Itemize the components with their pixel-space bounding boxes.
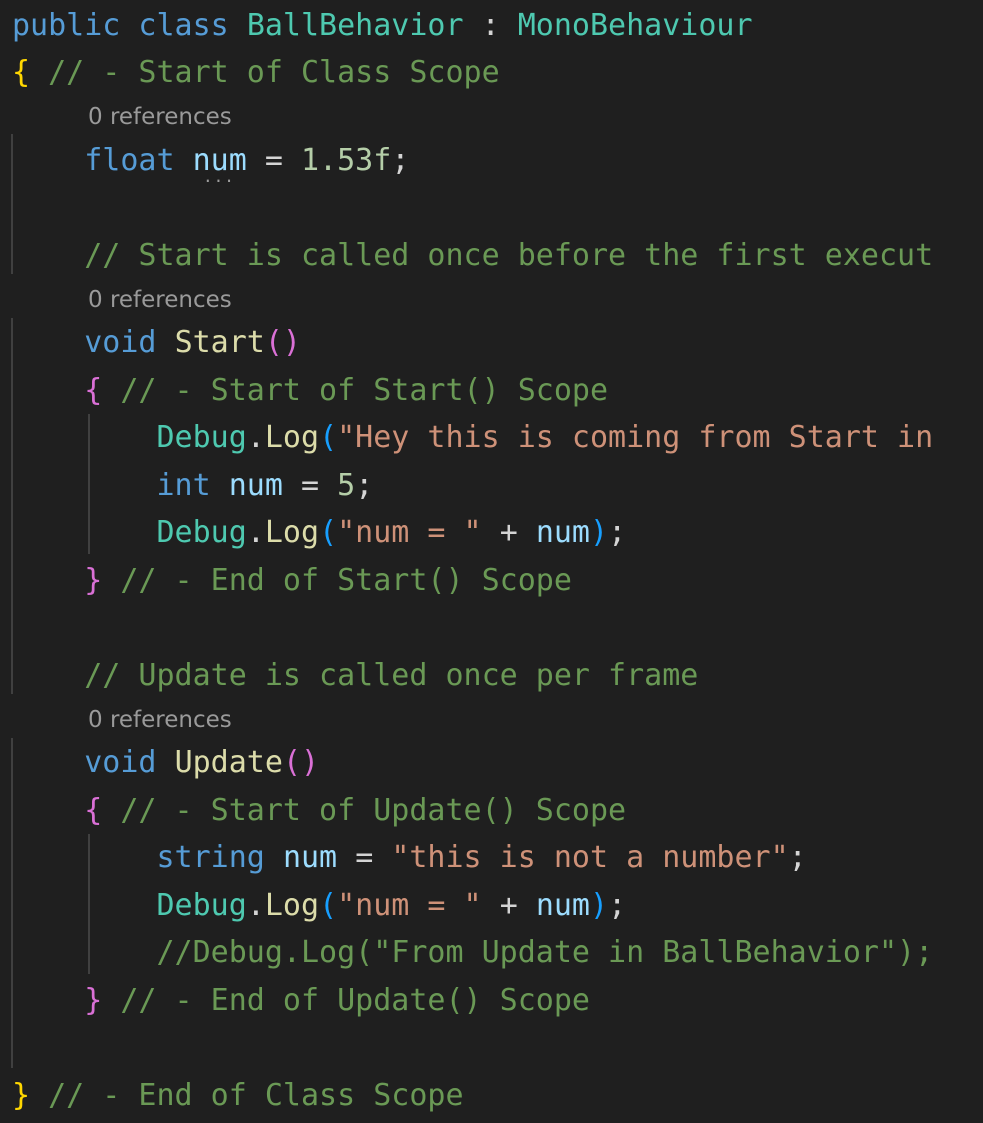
codelens-references[interactable]: 0 references — [88, 99, 232, 135]
semicolon-token: ; — [391, 143, 410, 178]
code-line-17[interactable]: } // - End of Update() Scope — [12, 977, 590, 1024]
type-keyword-token: string — [156, 840, 265, 875]
variable-name-token: num — [282, 840, 338, 875]
code-editor[interactable]: public class BallBehavior : MonoBehaviou… — [0, 0, 983, 1123]
comment-token: // Start is called once before the first… — [84, 238, 934, 273]
operator-token: + — [499, 515, 518, 550]
comment-token: // - Start of Update() Scope — [120, 793, 627, 828]
class-name-token: Debug — [156, 420, 247, 455]
brace-token: { — [84, 373, 103, 408]
number-literal-token: 1.53f — [301, 143, 392, 178]
paren-token: ( — [319, 515, 338, 550]
code-line-14[interactable]: string num = "this is not a number"; — [12, 834, 807, 881]
code-line-1[interactable]: public class BallBehavior : MonoBehaviou… — [12, 2, 753, 49]
code-line-6[interactable]: { // - Start of Start() Scope — [12, 367, 608, 414]
paren-token: ) — [590, 515, 609, 550]
codelens-references[interactable]: 0 references — [88, 702, 232, 738]
dot-token: . — [246, 888, 265, 923]
brace-token: } — [84, 563, 103, 598]
comment-token: // Update is called once per frame — [84, 658, 699, 693]
semicolon-token: ; — [355, 468, 374, 503]
class-name-token: BallBehavior — [246, 8, 464, 43]
method-name-token: Log — [264, 515, 320, 550]
type-keyword-token: int — [156, 468, 211, 503]
code-line-7[interactable]: Debug.Log("Hey this is coming from Start… — [12, 414, 934, 461]
code-line-4[interactable]: // Start is called once before the first… — [12, 232, 933, 279]
punctuation-token: : — [481, 8, 500, 43]
variable-name-token: num — [535, 515, 590, 550]
code-line-12[interactable]: void Update() — [12, 739, 319, 786]
class-name-token: Debug — [156, 888, 247, 923]
semicolon-token: ; — [788, 840, 807, 875]
code-line-9[interactable]: Debug.Log("num = " + num); — [12, 509, 627, 556]
base-class-token: MonoBehaviour — [517, 8, 753, 43]
paren-token: ( — [319, 420, 338, 455]
code-line-2[interactable]: { // - Start of Class Scope — [12, 49, 500, 96]
operator-token: + — [499, 888, 518, 923]
keyword-token: void — [84, 745, 157, 780]
operator-token: = — [301, 468, 320, 503]
comment-token: // - End of Class Scope — [48, 1078, 464, 1113]
variable-name-token: num — [535, 888, 590, 923]
semicolon-token: ; — [608, 888, 627, 923]
code-line-13[interactable]: { // - Start of Update() Scope — [12, 787, 626, 834]
code-line-11[interactable]: // Update is called once per frame — [12, 652, 698, 699]
type-keyword-token: float — [84, 143, 175, 178]
brace-token: } — [84, 983, 103, 1018]
comment-token: //Debug.Log("From Update in BallBehavior… — [156, 935, 934, 970]
brace-token: } — [12, 1078, 31, 1113]
paren-token: ) — [590, 888, 609, 923]
code-line-8[interactable]: int num = 5; — [12, 462, 374, 509]
brace-token: { — [84, 793, 103, 828]
keyword-token: void — [84, 325, 157, 360]
method-name-token: Log — [264, 888, 320, 923]
operator-token: = — [355, 840, 374, 875]
code-line-16[interactable]: //Debug.Log("From Update in BallBehavior… — [12, 929, 934, 976]
code-line-15[interactable]: Debug.Log("num = " + num); — [12, 882, 627, 929]
method-name-token: Start — [174, 325, 265, 360]
code-line-18[interactable]: } // - End of Class Scope — [12, 1072, 464, 1119]
comment-token: // - Start of Start() Scope — [120, 373, 609, 408]
string-literal-token: "num = " — [337, 515, 482, 550]
keyword-token: public class — [12, 8, 229, 43]
string-literal-token: "this is not a number" — [391, 840, 789, 875]
paren-token: () — [282, 745, 320, 780]
dot-token: . — [246, 515, 265, 550]
class-name-token: Debug — [156, 515, 247, 550]
comment-token: // - End of Start() Scope — [120, 563, 572, 598]
dot-token: . — [246, 420, 265, 455]
string-literal-token: "Hey this is coming from Start in — [337, 420, 934, 455]
unused-hint-dots[interactable]: ... — [203, 169, 235, 185]
comment-token: // - Start of Class Scope — [48, 55, 500, 90]
number-literal-token: 5 — [337, 468, 356, 503]
paren-token: ( — [319, 888, 338, 923]
variable-name-token: num — [228, 468, 283, 503]
string-literal-token: "num = " — [337, 888, 482, 923]
code-line-10[interactable]: } // - End of Start() Scope — [12, 557, 572, 604]
method-name-token: Log — [264, 420, 320, 455]
comment-token: // - End of Update() Scope — [120, 983, 590, 1018]
paren-token: () — [264, 325, 301, 360]
codelens-references[interactable]: 0 references — [88, 282, 232, 318]
brace-token: { — [12, 55, 31, 90]
method-name-token: Update — [174, 745, 283, 780]
code-line-5[interactable]: void Start() — [12, 319, 301, 366]
semicolon-token: ; — [608, 515, 627, 550]
operator-token: = — [264, 143, 283, 178]
